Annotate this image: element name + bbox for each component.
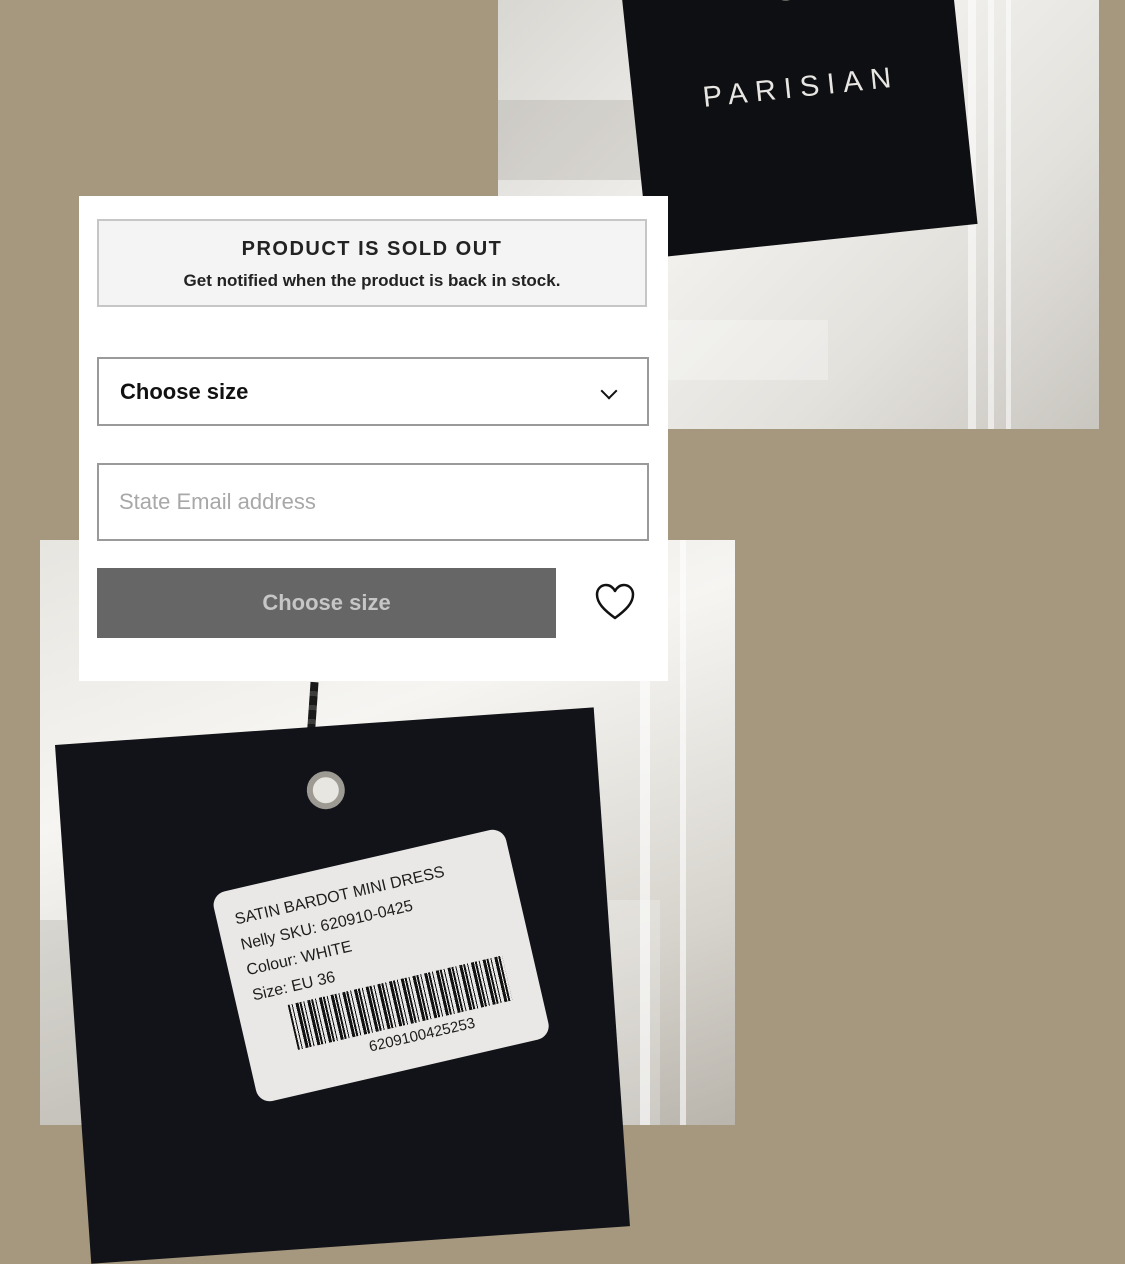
heart-icon[interactable] bbox=[594, 582, 636, 622]
email-field[interactable] bbox=[97, 463, 649, 541]
chevron-down-icon bbox=[600, 382, 618, 400]
notify-panel: PRODUCT IS SOLD OUT Get notified when th… bbox=[79, 196, 668, 681]
brand-name: PARISIAN bbox=[701, 61, 901, 114]
tag-eyelet bbox=[305, 769, 347, 811]
notice-title: PRODUCT IS SOLD OUT bbox=[241, 238, 503, 260]
choose-size-button[interactable]: Choose size bbox=[97, 568, 556, 638]
product-tag: SATIN BARDOT MINI DRESS Nelly SKU: 62091… bbox=[55, 707, 630, 1264]
sold-out-notice: PRODUCT IS SOLD OUT Get notified when th… bbox=[97, 219, 647, 307]
brand-tag: PARISIAN bbox=[618, 0, 978, 259]
tag-hole bbox=[770, 0, 802, 3]
product-sticker: SATIN BARDOT MINI DRESS Nelly SKU: 62091… bbox=[210, 827, 552, 1104]
size-select-label: Choose size bbox=[120, 379, 249, 404]
size-select[interactable]: Choose size bbox=[97, 357, 649, 426]
notice-subtitle: Get notified when the product is back in… bbox=[183, 271, 561, 290]
